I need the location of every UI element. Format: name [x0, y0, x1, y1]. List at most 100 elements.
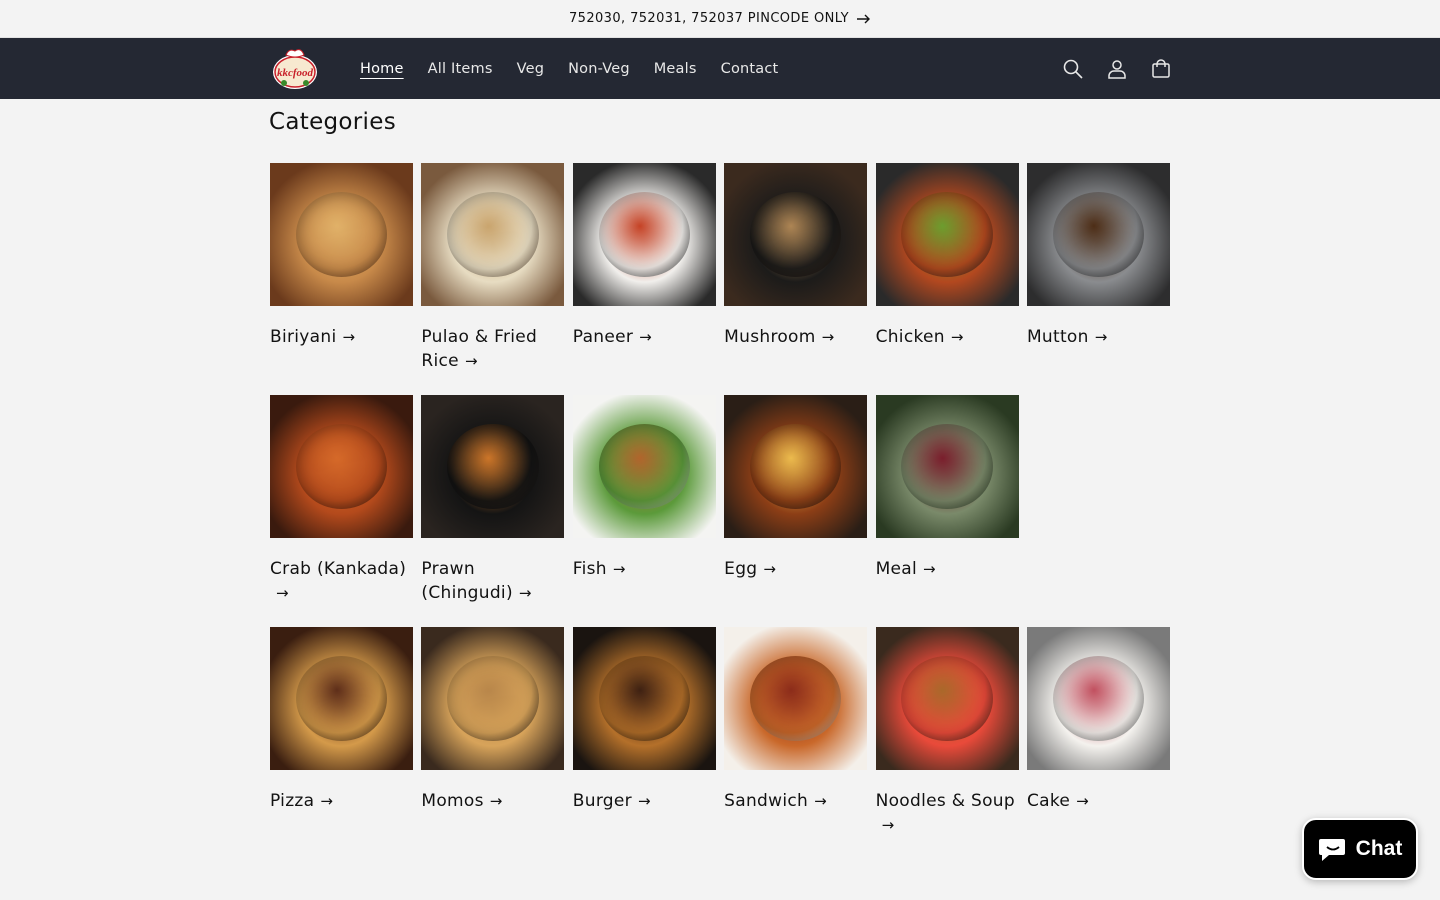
food-plate-shape	[447, 655, 539, 742]
header-inner: kkcfood Home All Items Veg Non-Veg Meals…	[270, 45, 1170, 93]
category-name: Mutton	[1026, 327, 1089, 347]
category-label[interactable]: Pizza →	[270, 789, 413, 813]
paneer-image[interactable]	[572, 163, 716, 306]
category-card[interactable]: Burger →	[572, 627, 716, 859]
category-label[interactable]: Cake →	[1027, 789, 1170, 813]
arrow-right-icon	[857, 14, 871, 23]
mushroom-image[interactable]	[724, 163, 868, 306]
prawn-image[interactable]	[421, 395, 565, 538]
category-card[interactable]: Mutton →	[1026, 163, 1170, 395]
category-name: Cake	[1026, 791, 1071, 811]
category-label[interactable]: Egg →	[724, 557, 867, 581]
crab-image[interactable]	[270, 395, 413, 538]
food-plate-shape	[1052, 191, 1145, 278]
burger-image[interactable]	[572, 627, 716, 770]
account-button[interactable]	[1102, 54, 1132, 84]
category-card[interactable]: Meal →	[875, 395, 1019, 627]
category-label[interactable]: Fish →	[573, 557, 716, 581]
category-label[interactable]: Burger →	[573, 789, 716, 813]
category-card[interactable]: Pulao & Fried Rice →	[421, 163, 565, 395]
category-label[interactable]: Sandwich →	[724, 789, 867, 813]
food-plate-shape	[901, 655, 993, 742]
food-plate-shape	[598, 655, 691, 742]
announcement-bar: 752030, 752031, 752037 PINCODE ONLY	[0, 0, 1440, 38]
arrow-right-icon: →	[923, 560, 936, 578]
category-label[interactable]: Momos →	[421, 789, 564, 813]
category-card[interactable]: Chicken →	[875, 163, 1019, 395]
nav-all-items[interactable]: All Items	[416, 55, 505, 83]
svg-text:kkcfood: kkcfood	[277, 67, 314, 79]
nav-veg[interactable]: Veg	[505, 55, 557, 83]
category-label[interactable]: Pulao & Fried Rice →	[421, 325, 564, 373]
category-card[interactable]: Momos →	[421, 627, 565, 859]
cake-image[interactable]	[1026, 627, 1170, 770]
category-name: Chicken	[875, 327, 945, 347]
biriyani-image[interactable]	[270, 163, 413, 306]
arrow-right-icon: →	[639, 328, 653, 346]
arrow-right-icon: →	[821, 328, 835, 346]
category-label[interactable]: Chicken →	[876, 325, 1019, 349]
nav-home[interactable]: Home	[348, 55, 416, 83]
meal-image[interactable]	[875, 395, 1019, 538]
momos-image[interactable]	[421, 627, 565, 770]
empty-slot	[1027, 395, 1170, 627]
food-plate-shape	[749, 423, 842, 510]
nav-meals[interactable]: Meals	[642, 55, 709, 83]
fish-image[interactable]	[572, 395, 716, 538]
food-plate-shape	[295, 423, 388, 510]
category-card[interactable]: Pizza →	[270, 627, 413, 859]
category-card[interactable]: Fish →	[572, 395, 716, 627]
pizza-image[interactable]	[270, 627, 413, 770]
pulao-image[interactable]	[421, 163, 565, 306]
category-name: Mushroom	[724, 327, 816, 347]
announcement-link[interactable]: 752030, 752031, 752037 PINCODE ONLY	[569, 11, 871, 26]
site-logo[interactable]: kkcfood	[270, 45, 320, 93]
arrow-right-icon: →	[637, 792, 651, 810]
arrow-right-icon: →	[763, 560, 777, 578]
announcement-text: 752030, 752031, 752037 PINCODE ONLY	[568, 11, 850, 26]
cart-icon	[1152, 58, 1170, 78]
food-plate-shape	[1052, 655, 1145, 742]
category-card[interactable]: Paneer →	[572, 163, 716, 395]
nav-non-veg[interactable]: Non-Veg	[556, 55, 642, 83]
sandwich-image[interactable]	[724, 627, 868, 770]
main-nav: Home All Items Veg Non-Veg Meals Contact	[348, 55, 790, 83]
category-card[interactable]: Biriyani →	[270, 163, 413, 395]
category-label[interactable]: Noodles & Soup →	[876, 789, 1019, 837]
category-label[interactable]: Mutton →	[1027, 325, 1170, 349]
category-name: Pizza	[270, 791, 315, 811]
account-icon	[1108, 59, 1126, 79]
main-content: Categories Biriyani → Pulao & Fried Rice → P…	[269, 99, 1170, 859]
category-label[interactable]: Crab (Kankada) →	[270, 557, 413, 605]
mutton-image[interactable]	[1026, 163, 1170, 306]
category-card[interactable]: Cake →	[1026, 627, 1170, 859]
search-button[interactable]	[1058, 54, 1088, 84]
nav-contact[interactable]: Contact	[709, 55, 791, 83]
category-name: Burger	[572, 791, 632, 811]
category-name: Meal	[875, 559, 918, 579]
category-name: Paneer	[572, 327, 634, 347]
category-name: Noodles & Soup	[875, 791, 1015, 811]
category-card[interactable]: Prawn (Chingudi) →	[421, 395, 565, 627]
category-label[interactable]: Prawn (Chingudi) →	[421, 557, 564, 605]
category-card[interactable]: Mushroom →	[724, 163, 868, 395]
category-label[interactable]: Meal →	[876, 557, 1019, 581]
cart-button[interactable]	[1146, 54, 1176, 84]
food-plate-shape	[447, 423, 539, 510]
category-card[interactable]: Sandwich →	[724, 627, 868, 859]
category-name: Biriyani	[270, 327, 337, 347]
arrow-right-icon: →	[1076, 792, 1090, 810]
noodles-soup-image[interactable]	[875, 627, 1019, 770]
arrow-right-icon: →	[464, 352, 478, 370]
chicken-image[interactable]	[875, 163, 1019, 306]
category-card[interactable]: Noodles & Soup →	[875, 627, 1019, 859]
egg-image[interactable]	[724, 395, 868, 538]
chat-button[interactable]: Chat	[1302, 818, 1418, 880]
food-plate-shape	[749, 191, 842, 278]
category-card[interactable]: Crab (Kankada) →	[270, 395, 413, 627]
category-label[interactable]: Mushroom →	[724, 325, 867, 349]
category-label[interactable]: Biriyani →	[270, 325, 413, 349]
category-label[interactable]: Paneer →	[573, 325, 716, 349]
arrow-right-icon: →	[612, 560, 626, 578]
category-card[interactable]: Egg →	[724, 395, 868, 627]
